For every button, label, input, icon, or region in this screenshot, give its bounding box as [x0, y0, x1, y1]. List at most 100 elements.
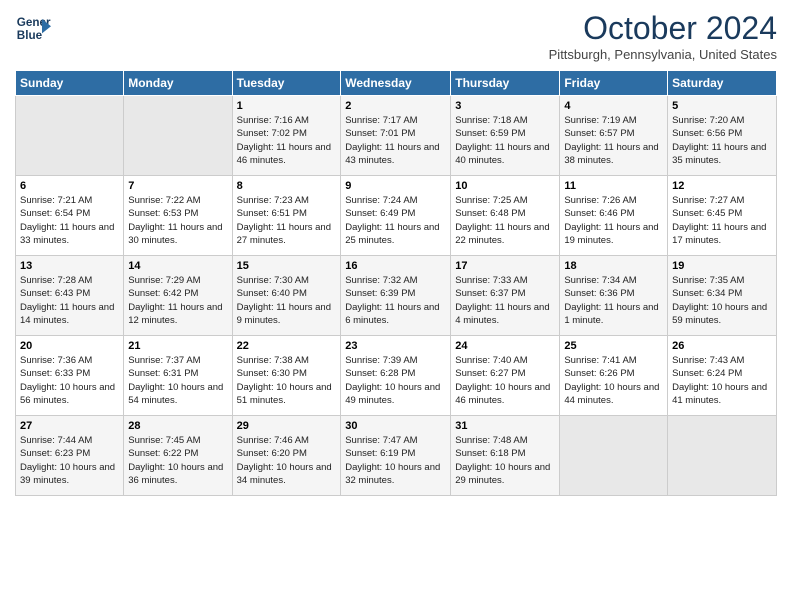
day-info: Daylight: 11 hours and 38 minutes. — [564, 141, 663, 168]
calendar-cell: 10 Sunrise: 7:25 AMSunset: 6:48 PMDayligh… — [451, 176, 560, 256]
day-number: 23 — [345, 340, 446, 352]
calendar-cell: 27 Sunrise: 7:44 AMSunset: 6:23 PMDayligh… — [16, 416, 124, 496]
day-info: Sunset: 6:56 PM — [672, 127, 772, 140]
calendar-cell: 17Sunrise: 7:33 AMSunset: 6:37 PMDayligh… — [451, 256, 560, 336]
calendar-cell: 23Sunrise: 7:39 AMSunset: 6:28 PMDayligh… — [341, 336, 451, 416]
day-number: 26 — [672, 340, 772, 352]
day-info: Sunset: 7:02 PM — [237, 127, 337, 140]
day-info: Sunrise: 7:33 AM — [455, 274, 555, 287]
day-info: Daylight: 11 hours and 14 minutes. — [20, 301, 119, 328]
day-info: Sunrise: 7:40 AM — [455, 354, 555, 367]
day-info: Sunrise: 7:48 AM — [455, 434, 555, 447]
day-info: Sunrise: 7:43 AM — [672, 354, 772, 367]
day-info: Sunset: 6:30 PM — [237, 367, 337, 380]
day-info: Daylight: 10 hours and 59 minutes. — [672, 301, 772, 328]
weekday-header-monday: Monday — [124, 71, 232, 96]
day-number: 5 — [672, 100, 772, 112]
calendar-cell: 5Sunrise: 7:20 AMSunset: 6:56 PMDaylight… — [668, 96, 777, 176]
day-info: Sunset: 6:31 PM — [128, 367, 227, 380]
day-info: Sunrise: 7:25 AM — [455, 194, 555, 207]
calendar-cell: 18Sunrise: 7:34 AMSunset: 6:36 PMDayligh… — [560, 256, 668, 336]
day-info: Sunset: 6:20 PM — [237, 447, 337, 460]
day-info: Daylight: 10 hours and 49 minutes. — [345, 381, 446, 408]
day-info: Sunset: 6:26 PM — [564, 367, 663, 380]
weekday-header-thursday: Thursday — [451, 71, 560, 96]
day-info: Sunrise: 7:46 AM — [237, 434, 337, 447]
day-info: Sunset: 6:34 PM — [672, 287, 772, 300]
calendar-cell: 15Sunrise: 7:30 AMSunset: 6:40 PMDayligh… — [232, 256, 341, 336]
calendar-cell: 25 Sunrise: 7:41 AMSunset: 6:26 PMDayligh… — [560, 336, 668, 416]
day-info: Sunrise: 7:32 AM — [345, 274, 446, 287]
month-title: October 2024 — [549, 10, 777, 47]
day-info: Sunrise: 7:36 AM — [20, 354, 119, 367]
calendar-cell — [124, 96, 232, 176]
day-info: Sunset: 6:53 PM — [128, 207, 227, 220]
calendar-cell: 3Sunrise: 7:18 AMSunset: 6:59 PMDaylight… — [451, 96, 560, 176]
day-info: Sunrise: 7:44 AM — [20, 434, 119, 447]
calendar-week-5: 27Sunrise: 7:44 AMSunset: 6:23 PMDayligh… — [16, 416, 777, 496]
day-info: Sunset: 6:27 PM — [455, 367, 555, 380]
calendar-cell: 22Sunrise: 7:38 AMSunset: 6:30 PMDayligh… — [232, 336, 341, 416]
calendar-cell: 21Sunrise: 7:37 AMSunset: 6:31 PMDayligh… — [124, 336, 232, 416]
day-info: Sunrise: 7:29 AM — [128, 274, 227, 287]
day-number: 3 — [455, 100, 555, 112]
day-info: Sunrise: 7:23 AM — [237, 194, 337, 207]
day-info: Sunset: 6:23 PM — [20, 447, 119, 460]
day-info: Daylight: 11 hours and 1 minute. — [564, 301, 663, 328]
day-number: 13 — [20, 260, 119, 272]
calendar-cell: 24Sunrise: 7:40 AMSunset: 6:27 PMDayligh… — [451, 336, 560, 416]
weekday-header-tuesday: Tuesday — [232, 71, 341, 96]
day-info: Sunset: 6:49 PM — [345, 207, 446, 220]
day-info: Sunset: 6:42 PM — [128, 287, 227, 300]
day-info: Sunset: 6:28 PM — [345, 367, 446, 380]
day-number: 27 — [20, 420, 119, 432]
day-number: 22 — [237, 340, 337, 352]
day-info: Sunset: 6:45 PM — [672, 207, 772, 220]
day-info: Sunrise: 7:21 AM — [20, 194, 119, 207]
day-info: Sunrise: 7:41 AM — [564, 354, 663, 367]
day-info: Daylight: 10 hours and 39 minutes. — [20, 461, 119, 488]
day-number: 17 — [455, 260, 555, 272]
day-number: 11 — [564, 180, 663, 192]
day-info: Daylight: 11 hours and 22 minutes. — [455, 221, 555, 248]
header: General Blue October 2024 Pittsburgh, Pe… — [15, 10, 777, 62]
day-info: Sunrise: 7:18 AM — [455, 114, 555, 127]
day-info: Daylight: 10 hours and 41 minutes. — [672, 381, 772, 408]
calendar-cell: 4Sunrise: 7:19 AMSunset: 6:57 PMDaylight… — [560, 96, 668, 176]
day-number: 15 — [237, 260, 337, 272]
day-info: Daylight: 11 hours and 40 minutes. — [455, 141, 555, 168]
day-number: 10 — [455, 180, 555, 192]
calendar-cell: 28Sunrise: 7:45 AMSunset: 6:22 PMDayligh… — [124, 416, 232, 496]
calendar-cell — [16, 96, 124, 176]
day-info: Daylight: 11 hours and 35 minutes. — [672, 141, 772, 168]
calendar-cell: 30Sunrise: 7:47 AMSunset: 6:19 PMDayligh… — [341, 416, 451, 496]
day-number: 25 — [564, 340, 663, 352]
day-info: Daylight: 11 hours and 12 minutes. — [128, 301, 227, 328]
day-info: Sunrise: 7:38 AM — [237, 354, 337, 367]
calendar-cell: 8Sunrise: 7:23 AMSunset: 6:51 PMDaylight… — [232, 176, 341, 256]
day-info: Daylight: 10 hours and 34 minutes. — [237, 461, 337, 488]
day-info: Sunset: 6:46 PM — [564, 207, 663, 220]
day-info: Sunset: 6:39 PM — [345, 287, 446, 300]
calendar-cell: 29Sunrise: 7:46 AMSunset: 6:20 PMDayligh… — [232, 416, 341, 496]
day-info: Sunset: 6:48 PM — [455, 207, 555, 220]
day-number: 30 — [345, 420, 446, 432]
day-number: 1 — [237, 100, 337, 112]
day-info: Sunset: 6:36 PM — [564, 287, 663, 300]
day-info: Sunset: 6:33 PM — [20, 367, 119, 380]
logo: General Blue — [15, 10, 51, 46]
calendar-cell: 1Sunrise: 7:16 AMSunset: 7:02 PMDaylight… — [232, 96, 341, 176]
weekday-header-saturday: Saturday — [668, 71, 777, 96]
day-info: Daylight: 11 hours and 25 minutes. — [345, 221, 446, 248]
day-number: 16 — [345, 260, 446, 272]
day-info: Sunrise: 7:47 AM — [345, 434, 446, 447]
day-info: Daylight: 10 hours and 44 minutes. — [564, 381, 663, 408]
day-info: Sunrise: 7:34 AM — [564, 274, 663, 287]
location-subtitle: Pittsburgh, Pennsylvania, United States — [549, 47, 777, 62]
day-number: 28 — [128, 420, 227, 432]
logo-icon: General Blue — [15, 10, 51, 46]
calendar-week-4: 20Sunrise: 7:36 AMSunset: 6:33 PMDayligh… — [16, 336, 777, 416]
calendar-cell: 9Sunrise: 7:24 AMSunset: 6:49 PMDaylight… — [341, 176, 451, 256]
day-info: Daylight: 11 hours and 17 minutes. — [672, 221, 772, 248]
calendar-cell: 31Sunrise: 7:48 AMSunset: 6:18 PMDayligh… — [451, 416, 560, 496]
